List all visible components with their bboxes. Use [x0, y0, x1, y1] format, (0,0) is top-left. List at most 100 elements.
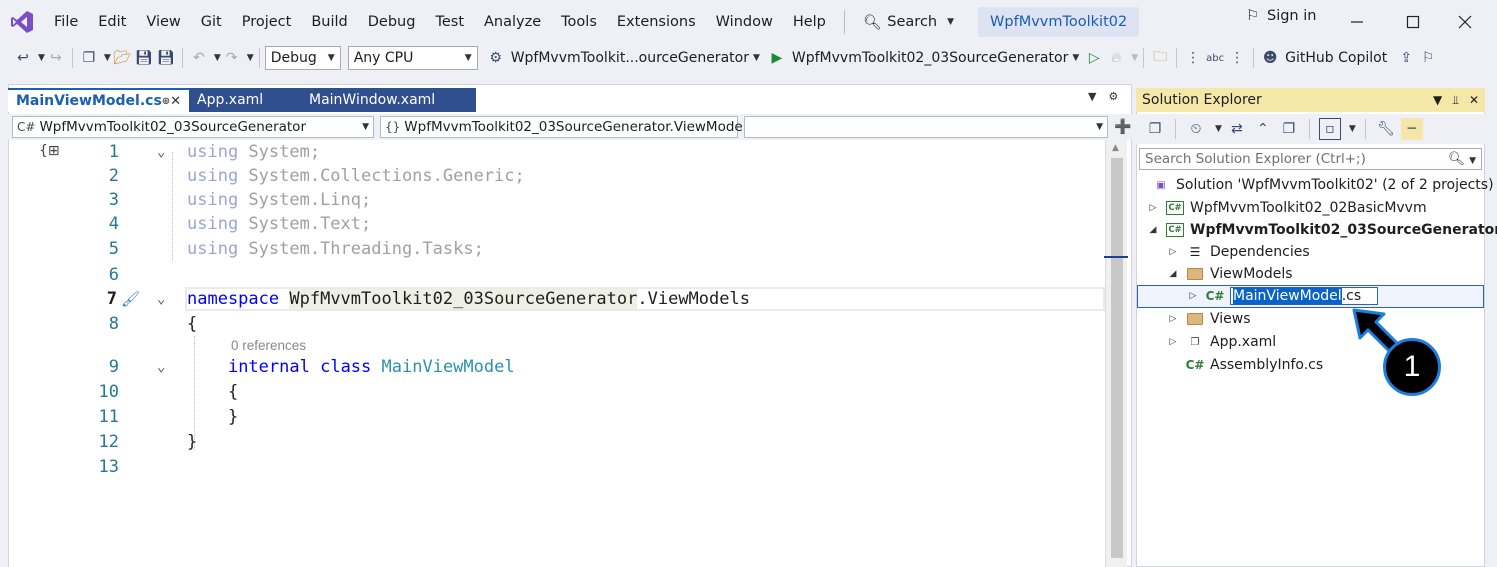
save-all-icon[interactable]: 💾︎ [155, 47, 177, 69]
gear-icon[interactable]: ⚙ [1108, 90, 1118, 103]
scroll-up-icon[interactable]: ▲ [1112, 143, 1119, 153]
scrollbar-thumb[interactable] [1111, 158, 1123, 558]
configuration-dropdown[interactable]: Debug ▼ [264, 46, 341, 70]
open-folder-icon[interactable]: 📂︎ [111, 47, 133, 69]
menu-view[interactable]: View [136, 7, 190, 37]
chevron-down-icon[interactable]: ▼ [104, 53, 111, 63]
tree-dependencies[interactable]: ▷ ☰ Dependencies [1166, 241, 1310, 263]
search-button[interactable]: 🔍︎ Search ▼ [853, 14, 964, 31]
window-position-icon[interactable]: ▼ [1433, 93, 1442, 108]
chevron-down-icon[interactable]: ▼ [753, 53, 760, 63]
editor-vertical-scrollbar[interactable]: ▲ [1104, 140, 1128, 567]
platform-dropdown[interactable]: Any CPU ▼ [347, 46, 478, 70]
collapse-icon[interactable]: ◢ [1146, 225, 1160, 235]
collapse-icon[interactable]: ◢ [1166, 269, 1180, 279]
close-icon[interactable]: ✕ [1469, 93, 1479, 108]
tab-app-xaml[interactable]: App.xaml [189, 88, 301, 112]
copy-icon[interactable]: ❐ [1278, 118, 1300, 140]
quick-actions-brush-icon[interactable]: 🖌︎ [121, 287, 140, 311]
expand-icon[interactable]: ▷ [1166, 247, 1180, 257]
menu-tools[interactable]: Tools [551, 7, 607, 37]
pin-icon[interactable]: ⫫ [1452, 93, 1459, 108]
collapse-all-icon[interactable]: ⌃ [1252, 118, 1274, 140]
startup-project-selector[interactable]: WpfMvvmToolkit...ourceGenerator [511, 50, 749, 66]
type-dropdown[interactable]: {} WpfMvvmToolkit02_03SourceGenerator.Vie… [380, 116, 757, 138]
undo-icon[interactable]: ↶ [188, 47, 210, 69]
close-icon[interactable]: ✕ [170, 94, 181, 109]
menu-analyze[interactable]: Analyze [474, 7, 551, 37]
preview-selected-items-icon[interactable]: ─ [1400, 118, 1423, 140]
spell-check-icon[interactable]: abc [1204, 47, 1226, 69]
split-editor-icon[interactable]: ➕ [1114, 119, 1131, 135]
minimize-button[interactable] [1342, 7, 1372, 37]
collapse-icon[interactable]: ⌄ [157, 355, 165, 379]
expand-icon[interactable]: ▷ [1166, 337, 1180, 347]
chevron-down-icon[interactable]: ▼ [247, 53, 254, 63]
code-text-area[interactable]: {⊞ 1 ⌄ using System; 2 using System.Coll… [9, 140, 1105, 567]
sign-in-button[interactable]: ⚐ Sign in [1246, 8, 1316, 24]
browse-folder-icon[interactable]: 🗀︎ [1149, 47, 1171, 69]
tree-project-sourcegenerator[interactable]: ◢ C# WpfMvvmToolkit02_03SourceGenerator [1146, 219, 1497, 241]
solution-explorer-search[interactable]: Search Solution Explorer (Ctrl+;) 🔍︎ ▼ [1139, 148, 1482, 170]
chevron-down-icon[interactable]: ▼ [1131, 53, 1138, 63]
menu-project[interactable]: Project [232, 7, 302, 37]
chevron-down-icon[interactable]: ▼ [214, 53, 221, 63]
menu-file[interactable]: File [44, 7, 88, 37]
pin-icon[interactable]: ⊕ [162, 96, 170, 107]
switch-views-icon[interactable]: ❐ [1144, 118, 1166, 140]
tree-project-basicmvvm[interactable]: ▷ C# WpfMvvmToolkit02_02BasicMvvm [1146, 197, 1427, 219]
menu-window[interactable]: Window [706, 7, 783, 37]
properties-wrench-icon[interactable]: 🔧︎ [1375, 118, 1397, 140]
visual-studio-logo-icon[interactable] [0, 0, 44, 44]
chevron-down-icon[interactable]: ▼ [38, 53, 45, 63]
expand-icon[interactable]: ▷ [1146, 203, 1160, 213]
tab-mainwindow-xaml[interactable]: MainWindow.xaml [301, 88, 476, 112]
pending-changes-icon[interactable]: ⏲ [1185, 118, 1207, 140]
menu-build[interactable]: Build [301, 7, 357, 37]
chevron-down-icon[interactable]: ▼ [1072, 53, 1079, 63]
close-button[interactable] [1450, 7, 1480, 37]
comment-icon[interactable]: ⋮ [1226, 47, 1248, 69]
menu-edit[interactable]: Edit [88, 7, 136, 37]
github-copilot-button[interactable]: GitHub Copilot [1285, 50, 1387, 66]
show-all-files-icon[interactable]: ▫ [1318, 118, 1341, 140]
align-icon[interactable]: ⋮ [1182, 47, 1204, 69]
menu-git[interactable]: Git [191, 7, 232, 37]
maximize-button[interactable] [1398, 7, 1428, 37]
project-dropdown[interactable]: C# WpfMvvmToolkit02_03SourceGenerator ▼ [12, 116, 374, 138]
tree-folder-viewmodels[interactable]: ◢ ViewModels [1166, 263, 1293, 285]
new-project-icon[interactable]: ❐ [78, 47, 100, 69]
expand-icon[interactable]: ▷ [1166, 314, 1180, 324]
expand-icon[interactable]: ▷ [1186, 291, 1200, 301]
chevron-down-icon[interactable]: ▼ [1349, 124, 1356, 134]
tree-folder-views[interactable]: ▷ Views [1166, 308, 1251, 330]
tree-solution-node[interactable]: ▣ Solution 'WpfMvvmToolkit02' (2 of 2 pr… [1152, 174, 1493, 196]
start-debugging-button[interactable]: WpfMvvmToolkit02_03SourceGenerator [792, 50, 1068, 66]
sync-active-document-icon[interactable]: ⇄ [1226, 118, 1248, 140]
tab-mainviewmodel[interactable]: MainViewModel.cs ⊕ ✕ [8, 88, 189, 112]
start-without-debugging-icon[interactable]: ▷ [1083, 47, 1105, 69]
redo-icon[interactable]: ↷ [221, 47, 243, 69]
member-dropdown[interactable]: ▼ [744, 116, 1108, 138]
menu-debug[interactable]: Debug [358, 7, 426, 37]
collapse-icon[interactable]: ⌄ [157, 140, 165, 164]
navigate-forward-icon[interactable]: ↪ [45, 47, 67, 69]
codelens-references[interactable]: 0 references [231, 338, 306, 353]
collapse-icon[interactable]: ⌄ [157, 287, 165, 311]
menu-test[interactable]: Test [425, 7, 474, 37]
search-input[interactable]: Search Solution Explorer (Ctrl+;) [1145, 151, 1366, 167]
tree-file-app-xaml[interactable]: ▷ ❐ App.xaml [1166, 331, 1277, 353]
chevron-down-icon[interactable]: ▼ [1215, 124, 1222, 134]
navigate-back-icon[interactable]: ↩ [12, 47, 34, 69]
menu-extensions[interactable]: Extensions [607, 7, 706, 37]
save-icon[interactable]: 💾︎ [133, 47, 155, 69]
tab-list-icon[interactable]: ▼ [1088, 90, 1096, 103]
hot-reload-icon[interactable]: 🔥︎ [1105, 47, 1127, 69]
solution-name-badge[interactable]: WpfMvvmToolkit02 [978, 7, 1140, 37]
menu-help[interactable]: Help [783, 7, 836, 37]
share-icon[interactable]: ⇪ [1395, 47, 1417, 69]
tree-file-assemblyinfo[interactable]: C# AssemblyInfo.cs [1186, 354, 1324, 376]
search-icon[interactable]: 🔍︎ ▼ [1448, 151, 1476, 167]
feedback-icon[interactable]: ⚐ [1417, 47, 1439, 69]
start-debugging-icon[interactable]: ▶ [766, 47, 788, 69]
